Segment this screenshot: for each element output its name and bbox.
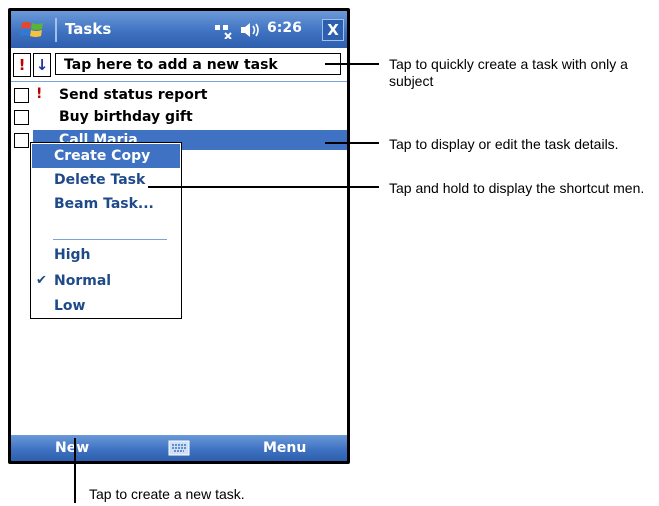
- menu-item-high[interactable]: High: [32, 243, 180, 267]
- callout-text-quick-task: Tap to quickly create a task with only a…: [389, 56, 628, 89]
- menu-item-normal[interactable]: ✔ Normal: [32, 269, 180, 293]
- keyboard-icon[interactable]: [168, 440, 190, 456]
- task-row[interactable]: Buy birthday gift: [11, 107, 347, 129]
- menu-item-delete-task[interactable]: Delete Task: [32, 168, 180, 192]
- context-menu: Create Copy Delete Task Beam Task... Hig…: [30, 142, 182, 319]
- task-checkbox[interactable]: [14, 133, 29, 148]
- menu-button[interactable]: Menu: [263, 440, 306, 456]
- close-button[interactable]: X: [322, 19, 344, 41]
- new-task-input[interactable]: Tap here to add a new task: [55, 53, 341, 75]
- clock-time[interactable]: 6:26: [267, 20, 302, 36]
- device-screen: Tasks 6:26 X ! ↓ Tap here to add a new t…: [11, 11, 347, 461]
- callout-line: [325, 63, 379, 65]
- menu-divider: [53, 239, 167, 240]
- menu-item-beam-task[interactable]: Beam Task...: [32, 192, 180, 216]
- pocket-pc-device: Tasks 6:26 X ! ↓ Tap here to add a new t…: [8, 8, 350, 464]
- entry-bar: ! ↓ Tap here to add a new task: [11, 48, 347, 81]
- sort-toggle-button[interactable]: ↓: [33, 53, 51, 77]
- task-label: Send status report: [59, 87, 208, 103]
- entry-bar-divider: [11, 81, 347, 82]
- task-label: Buy birthday gift: [59, 109, 193, 125]
- callout-text-task-details: Tap to display or edit the task details.: [389, 136, 619, 152]
- title-separator: [55, 18, 57, 42]
- callout-text-shortcut-menu: Tap and hold to display the shortcut men…: [389, 180, 645, 196]
- windows-start-icon[interactable]: [19, 18, 47, 42]
- bottom-command-bar: New Menu: [11, 435, 347, 461]
- menu-item-create-copy[interactable]: Create Copy: [32, 144, 180, 168]
- callout-text-new-task: Tap to create a new task.: [89, 486, 245, 502]
- menu-item-label: Normal: [54, 273, 112, 289]
- connectivity-icon[interactable]: [211, 21, 233, 39]
- priority-toggle-button[interactable]: !: [13, 53, 31, 77]
- callout-line: [74, 438, 76, 503]
- volume-icon[interactable]: [239, 21, 261, 39]
- menu-item-low[interactable]: Low: [32, 294, 180, 318]
- callout-line: [325, 142, 379, 144]
- task-priority-marker: !: [36, 86, 43, 102]
- task-row[interactable]: ! Send status report: [11, 85, 347, 107]
- title-bar: Tasks 6:26 X: [11, 11, 347, 48]
- task-checkbox[interactable]: [14, 88, 29, 103]
- checkmark-icon: ✔: [36, 273, 47, 288]
- new-button[interactable]: New: [55, 440, 89, 456]
- task-checkbox[interactable]: [14, 110, 29, 125]
- callout-line: [148, 186, 379, 188]
- app-title: Tasks: [65, 20, 112, 38]
